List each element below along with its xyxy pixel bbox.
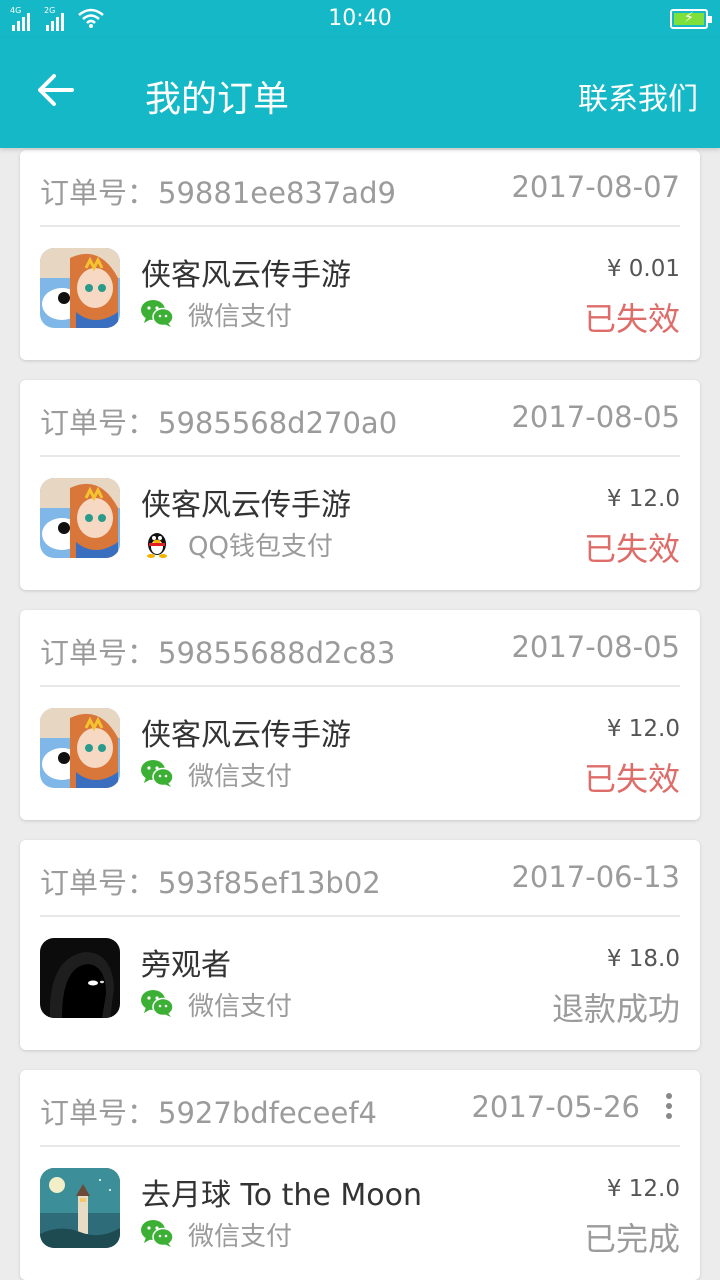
wechat-icon xyxy=(140,988,174,1018)
wechat-icon xyxy=(140,298,174,328)
order-date: 2017-05-26 xyxy=(471,1090,640,1124)
order-price: ¥ 0.01 xyxy=(606,256,680,282)
pay-method: 微信支付 xyxy=(188,762,293,792)
page-title: 我的订单 xyxy=(145,79,290,120)
to-the-moon-game-icon xyxy=(40,1168,120,1248)
game-name: 旁观者 xyxy=(141,948,231,983)
order-card[interactable]: 订单号：59881ee837ad9 2017-08-07 侠客风云传手游 微信支… xyxy=(20,150,700,360)
battery-charging-icon: ⚡ xyxy=(670,9,712,29)
order-number: 订单号：59881ee837ad9 xyxy=(40,176,396,210)
qq-penguin-icon xyxy=(140,528,174,558)
game-name: 去月球 To the Moon xyxy=(141,1178,423,1213)
order-card-header: 订单号：5927bdfeceef4 2017-05-26 xyxy=(40,1070,680,1147)
order-card[interactable]: 订单号：593f85ef13b02 2017-06-13 旁观者 微信支付 ¥ … xyxy=(20,840,700,1050)
order-date: 2017-06-13 xyxy=(511,860,680,894)
order-date: 2017-08-05 xyxy=(511,400,680,434)
pay-method: 微信支付 xyxy=(188,302,293,332)
order-status: 已失效 xyxy=(583,300,680,338)
order-price: ¥ 12.0 xyxy=(606,716,680,742)
status-time: 10:40 xyxy=(328,6,392,31)
app-header: 我的订单 联系我们 xyxy=(0,38,720,148)
order-price: ¥ 12.0 xyxy=(606,1176,680,1202)
order-price: ¥ 12.0 xyxy=(606,486,680,512)
wechat-icon xyxy=(140,758,174,788)
status-bar: 4G 2G 10:40 ⚡ xyxy=(0,0,720,38)
order-status: 已失效 xyxy=(583,530,680,568)
game-name: 侠客风云传手游 xyxy=(141,488,351,523)
more-vertical-icon[interactable] xyxy=(664,1093,674,1123)
contact-us-button[interactable]: 联系我们 xyxy=(578,74,698,118)
order-date: 2017-08-07 xyxy=(511,170,680,204)
order-date: 2017-08-05 xyxy=(511,630,680,664)
order-number: 订单号：5927bdfeceef4 xyxy=(40,1096,377,1130)
order-number: 订单号：593f85ef13b02 xyxy=(40,866,381,900)
pay-method: 微信支付 xyxy=(188,1222,293,1252)
order-status: 退款成功 xyxy=(551,990,680,1028)
beholder-game-icon xyxy=(40,938,120,1018)
game-name: 侠客风云传手游 xyxy=(141,718,351,753)
pay-method: 微信支付 xyxy=(188,992,293,1022)
xiake-game-icon xyxy=(40,478,120,558)
order-card[interactable]: 订单号：59855688d2c83 2017-08-05 侠客风云传手游 微信支… xyxy=(20,610,700,820)
order-number: 订单号：5985568d270a0 xyxy=(40,406,398,440)
order-card-header: 订单号：593f85ef13b02 2017-06-13 xyxy=(40,840,680,917)
pay-method: QQ钱包支付 xyxy=(188,532,333,562)
xiake-game-icon xyxy=(40,708,120,788)
order-card-header: 订单号：5985568d270a0 2017-08-05 xyxy=(40,380,680,457)
wechat-icon xyxy=(140,1218,174,1248)
order-card-header: 订单号：59855688d2c83 2017-08-05 xyxy=(40,610,680,687)
arrow-left-icon[interactable] xyxy=(34,68,78,112)
order-status: 已完成 xyxy=(583,1220,680,1258)
order-card[interactable]: 订单号：5927bdfeceef4 2017-05-26 去月球 To the … xyxy=(20,1070,700,1280)
xiake-game-icon xyxy=(40,248,120,328)
order-status: 已失效 xyxy=(583,760,680,798)
order-card-header: 订单号：59881ee837ad9 2017-08-07 xyxy=(40,150,680,227)
order-card[interactable]: 订单号：5985568d270a0 2017-08-05 侠客风云传手游 QQ钱… xyxy=(20,380,700,590)
order-price: ¥ 18.0 xyxy=(606,946,680,972)
game-name: 侠客风云传手游 xyxy=(141,258,351,293)
order-number: 订单号：59855688d2c83 xyxy=(40,636,396,670)
